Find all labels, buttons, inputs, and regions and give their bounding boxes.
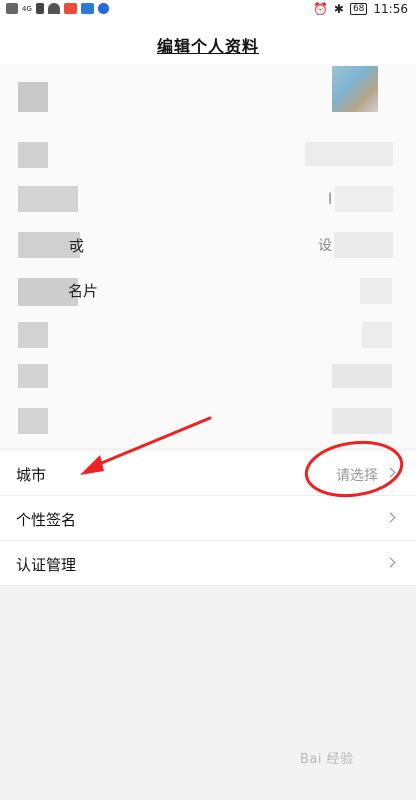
app-red-icon: [63, 3, 77, 14]
page-header: 编辑个人资料: [0, 22, 416, 64]
blurred-value-fragment: 设: [318, 238, 332, 254]
blurred-profile-section: l 戓 设 名片: [0, 64, 416, 448]
verification-label: 认证管理: [16, 556, 77, 574]
pixel-block: [18, 322, 48, 348]
pixel-block: [332, 408, 392, 434]
city-row[interactable]: 城市 请选择: [0, 451, 416, 496]
pixel-block: [335, 186, 393, 212]
city-label: 城市: [16, 466, 47, 484]
pixel-block: [18, 408, 48, 434]
verification-row[interactable]: 认证管理: [0, 541, 416, 586]
status-icons-left: 4G: [6, 3, 109, 14]
signal-icon: [35, 3, 44, 14]
pixel-block: [18, 186, 78, 212]
hd-icon: [6, 3, 18, 14]
alarm-icon: ⏰: [312, 2, 328, 16]
watermark: Bai 经验: [300, 752, 354, 767]
signal-4g-label: 4G: [22, 4, 32, 13]
status-bar: 4G ⏰ ✱ 68 11:56: [0, 0, 416, 22]
wifi-icon: [47, 3, 60, 14]
pixel-block: [362, 322, 392, 348]
chevron-right-icon: [385, 467, 396, 478]
pixel-block: [360, 278, 392, 304]
status-icons-right: ⏰ ✱ 68 11:56: [313, 2, 408, 16]
city-value: 请选择: [336, 468, 378, 484]
chevron-right-icon: [385, 512, 396, 523]
chevron-right-icon: [385, 557, 396, 568]
blurred-label-fragment: 戓: [69, 237, 85, 255]
avatar[interactable]: [332, 66, 378, 112]
pixel-block: [332, 364, 392, 388]
app-cloud-icon: [80, 3, 94, 14]
pixel-block: [334, 232, 393, 258]
battery-indicator: 68: [349, 3, 368, 15]
pixel-block: [18, 82, 48, 112]
blurred-value-fragment: l: [328, 190, 333, 208]
pixel-block: [18, 364, 48, 388]
blurred-label-fragment: 名片: [68, 282, 99, 300]
signature-row[interactable]: 个性签名: [0, 496, 416, 541]
page-title: 编辑个人资料: [156, 37, 259, 56]
app-shield-icon: [97, 3, 109, 14]
pixel-block: [18, 142, 48, 168]
signature-label: 个性签名: [16, 511, 77, 529]
bluetooth-icon: ✱: [333, 2, 344, 16]
clock-time: 11:56: [373, 2, 408, 16]
pixel-block: [305, 142, 393, 166]
